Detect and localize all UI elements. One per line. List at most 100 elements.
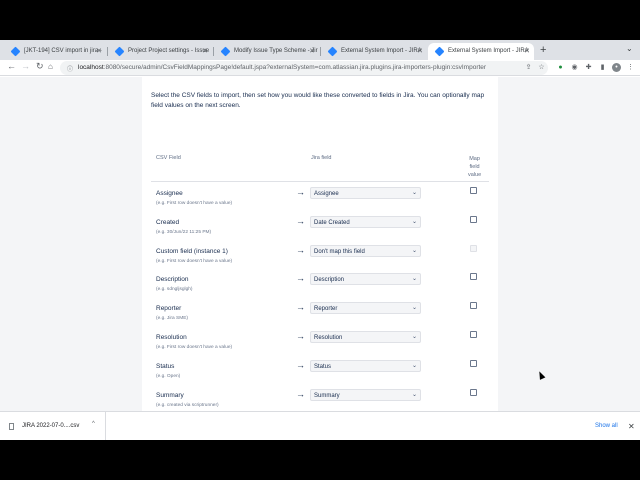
- map-field-value-checkbox[interactable]: [470, 302, 477, 309]
- close-tab-icon[interactable]: ✕: [96, 47, 102, 55]
- tab-title: External System Import - JIRA: [341, 48, 422, 54]
- tab-jkt-194[interactable]: [JKT-194] CSV import in jira - ✕: [4, 43, 106, 60]
- csv-field-example: (e.g. sdngljsglgh): [156, 287, 193, 292]
- download-item[interactable]: JIRA 2022-07-0....csv ^: [0, 412, 106, 440]
- arrow-right-icon: →: [296, 360, 305, 370]
- arrow-right-icon: →: [296, 331, 305, 341]
- csv-field-name: Summary: [156, 392, 184, 399]
- map-field-value-checkbox[interactable]: [470, 216, 477, 223]
- profile-avatar[interactable]: •: [612, 63, 621, 72]
- csv-field-name: Status: [156, 363, 175, 370]
- url-host: localhost: [78, 64, 104, 71]
- bookmark-star-icon[interactable]: ☆: [537, 63, 546, 72]
- tab-project-settings[interactable]: Project Project settings - Issue ✕: [108, 43, 212, 60]
- tab-search-icon[interactable]: ⌄: [626, 44, 633, 53]
- jira-field-select[interactable]: Don't map this field ⌄: [310, 245, 421, 257]
- chevron-down-icon: ⌄: [411, 248, 417, 254]
- csv-field-name: Assignee: [156, 190, 183, 197]
- close-tab-icon[interactable]: ✕: [202, 47, 208, 55]
- csv-field-name: Description: [156, 276, 189, 283]
- download-filename: JIRA 2022-07-0....csv: [22, 423, 80, 429]
- extension-icon[interactable]: ●: [556, 63, 565, 72]
- map-field-value-checkbox[interactable]: [470, 331, 477, 338]
- new-tab-button[interactable]: +: [540, 44, 546, 56]
- chevron-down-icon: ⌄: [411, 276, 417, 282]
- arrow-right-icon: →: [296, 389, 305, 399]
- show-all-button[interactable]: Show all: [595, 423, 618, 429]
- csv-field-name: Resolution: [156, 334, 187, 341]
- csv-field-example: (e.g. created via scriptrunner): [156, 403, 219, 408]
- arrow-right-icon: →: [296, 187, 305, 197]
- share-icon[interactable]: ⇪: [524, 63, 533, 72]
- map-field-value-checkbox[interactable]: [470, 187, 477, 194]
- csv-field-header: CSV Field: [156, 155, 181, 161]
- tab-issue-type-scheme[interactable]: Modify Issue Type Scheme - Jir ✕: [214, 43, 319, 60]
- csv-field-name: Created: [156, 219, 180, 226]
- chevron-down-icon: ⌄: [411, 334, 417, 340]
- jira-favicon-icon: [10, 46, 21, 57]
- jira-favicon-icon: [220, 46, 231, 57]
- tab-strip: [JKT-194] CSV import in jira - ✕ Project…: [0, 40, 640, 60]
- extensions-puzzle-icon[interactable]: ✚: [584, 63, 593, 72]
- tab-title: Modify Issue Type Scheme - Jir: [234, 48, 318, 54]
- arrow-right-icon: →: [296, 302, 305, 312]
- jira-favicon-icon: [114, 46, 125, 57]
- jira-field-select-value: Don't map this field: [314, 249, 365, 255]
- jira-field-select[interactable]: Summary ⌄: [310, 389, 421, 401]
- arrow-right-icon: →: [296, 273, 305, 283]
- csv-field-example: (e.g. Jira SME): [156, 316, 188, 321]
- url-path: :8080/secure/admin/CsvFieldMappingsPage!…: [103, 64, 487, 71]
- close-tab-icon[interactable]: ✕: [524, 47, 530, 55]
- map-field-value-checkbox[interactable]: [470, 273, 477, 280]
- close-tab-icon[interactable]: ✕: [309, 47, 315, 55]
- jira-field-select[interactable]: Assignee ⌄: [310, 187, 421, 199]
- jira-field-select-value: Description: [314, 277, 345, 283]
- info-icon[interactable]: ⓘ: [67, 64, 73, 73]
- page-content: Select the CSV fields to import, then se…: [0, 77, 640, 411]
- csv-field-name: Custom field (instance 1): [156, 248, 228, 255]
- jira-field-select[interactable]: Reporter ⌄: [310, 302, 421, 314]
- browser-menu-icon[interactable]: ⋮: [626, 63, 635, 72]
- chevron-down-icon: ⌄: [411, 305, 417, 311]
- jira-field-select[interactable]: Date Created ⌄: [310, 216, 421, 228]
- tab-title: Project Project settings - Issue: [128, 48, 210, 54]
- csv-mapping-panel: Select the CSV fields to import, then se…: [142, 77, 498, 411]
- back-icon[interactable]: ←: [7, 61, 16, 71]
- jira-field-select-value: Status: [314, 364, 332, 370]
- jira-favicon-icon: [327, 46, 338, 57]
- file-icon: [9, 423, 14, 430]
- forward-icon[interactable]: →: [21, 61, 30, 71]
- arrow-right-icon: →: [296, 216, 305, 226]
- home-icon[interactable]: ⌂: [48, 62, 53, 71]
- jira-field-select-value: Summary: [314, 393, 340, 399]
- jira-field-select[interactable]: Description ⌄: [310, 273, 421, 285]
- map-field-value-checkbox[interactable]: [470, 360, 477, 367]
- tab-title: [JKT-194] CSV import in jira -: [24, 48, 102, 54]
- jira-field-select[interactable]: Resolution ⌄: [310, 331, 421, 343]
- jira-field-select-value: Resolution: [314, 335, 343, 341]
- tab-external-import-1[interactable]: External System Import - JIRA ✕: [321, 43, 427, 60]
- jira-field-select[interactable]: Status ⌄: [310, 360, 421, 372]
- map-field-value-checkbox[interactable]: [470, 389, 477, 396]
- jira-favicon-icon: [434, 46, 445, 57]
- csv-field-example: (e.g. 30/Jun/22 11:25 PM): [156, 230, 212, 235]
- map-field-value-checkbox: [470, 245, 477, 252]
- browser-window: [JKT-194] CSV import in jira - ✕ Project…: [0, 40, 640, 440]
- map-value-header: Map field value: [468, 156, 482, 178]
- sidebar-icon[interactable]: ▮: [598, 63, 607, 72]
- csv-field-example: (e.g. Open): [156, 374, 181, 379]
- jira-field-select-value: Reporter: [314, 306, 338, 312]
- tab-external-import-active[interactable]: External System Import - JIRA ✕: [428, 43, 534, 60]
- address-bar[interactable]: ⓘ localhost:8080/secure/admin/CsvFieldMa…: [60, 61, 548, 75]
- jira-field-select-value: Date Created: [314, 220, 350, 226]
- header-divider: [151, 181, 489, 182]
- close-tab-icon[interactable]: ✕: [417, 47, 423, 55]
- jira-field-header: Jira field: [311, 155, 332, 161]
- close-downloads-icon[interactable]: ✕: [628, 422, 635, 431]
- chevron-up-icon[interactable]: ^: [92, 421, 95, 427]
- csv-field-name: Reporter: [156, 305, 182, 312]
- extension-icon-2[interactable]: ◉: [570, 63, 579, 72]
- reload-icon[interactable]: ↻: [36, 61, 44, 72]
- intro-text: Select the CSV fields to import, then se…: [151, 92, 485, 109]
- csv-field-example: (e.g. First row doesn't have a value): [156, 345, 233, 350]
